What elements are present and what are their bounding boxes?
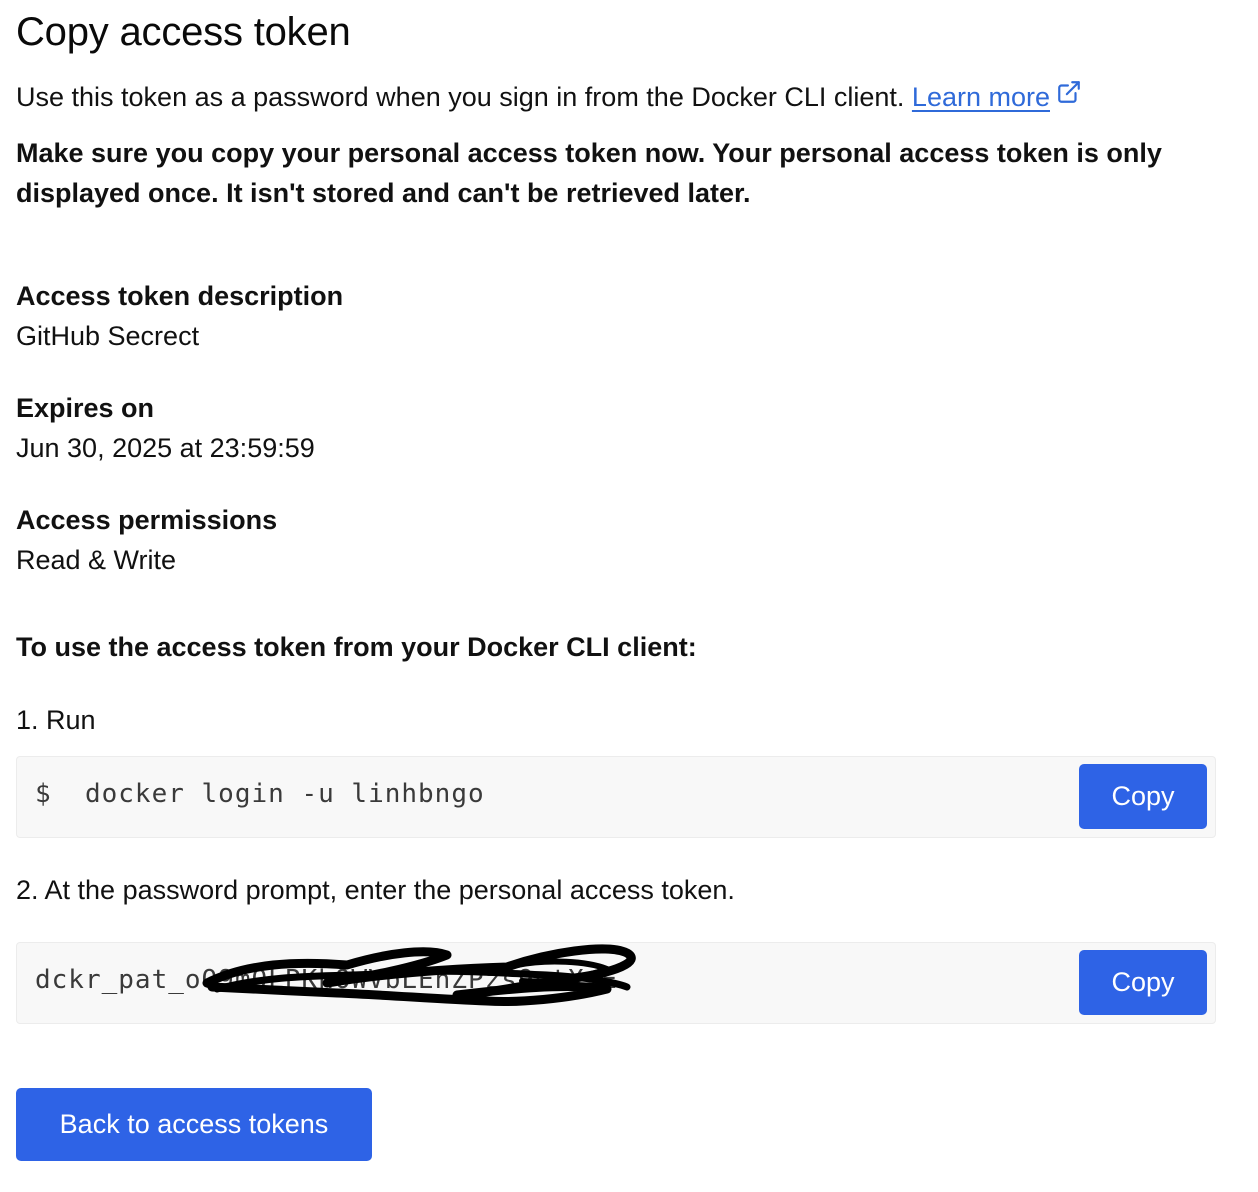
learn-more-link[interactable]: Learn more xyxy=(912,82,1050,112)
intro-sentence: Use this token as a password when you si… xyxy=(16,82,912,112)
copy-warning: Make sure you copy your personal access … xyxy=(16,138,1162,208)
page-title: Copy access token xyxy=(16,10,351,54)
step-1-label: 1. Run xyxy=(16,705,96,735)
copy-token-button[interactable]: Copy xyxy=(1079,950,1207,1015)
step-2-label: 2. At the password prompt, enter the per… xyxy=(16,875,735,905)
external-link-icon[interactable] xyxy=(1056,79,1082,113)
expires-label: Expires on xyxy=(16,393,155,423)
intro-text: Use this token as a password when you si… xyxy=(16,80,1082,116)
expires-value: Jun 30, 2025 at 23:59:59 xyxy=(16,433,315,463)
token-box: dckr_pat_oQ9mOLPKhOWVbLEhZPzs9otXsE Copy xyxy=(16,942,1216,1024)
description-value: GitHub Secrect xyxy=(16,321,200,351)
instructions-heading: To use the access token from your Docker… xyxy=(16,632,697,662)
permissions-value: Read & Write xyxy=(16,545,177,575)
login-command: $ docker login -u linhbngo xyxy=(35,779,485,809)
redaction-scribble xyxy=(202,944,636,1006)
permissions-label: Access permissions xyxy=(16,505,278,535)
description-label: Access token description xyxy=(16,281,344,311)
copy-command-button[interactable]: Copy xyxy=(1079,764,1207,829)
login-command-box: $ docker login -u linhbngo Copy xyxy=(16,756,1216,838)
back-to-access-tokens-button[interactable]: Back to access tokens xyxy=(16,1088,372,1161)
